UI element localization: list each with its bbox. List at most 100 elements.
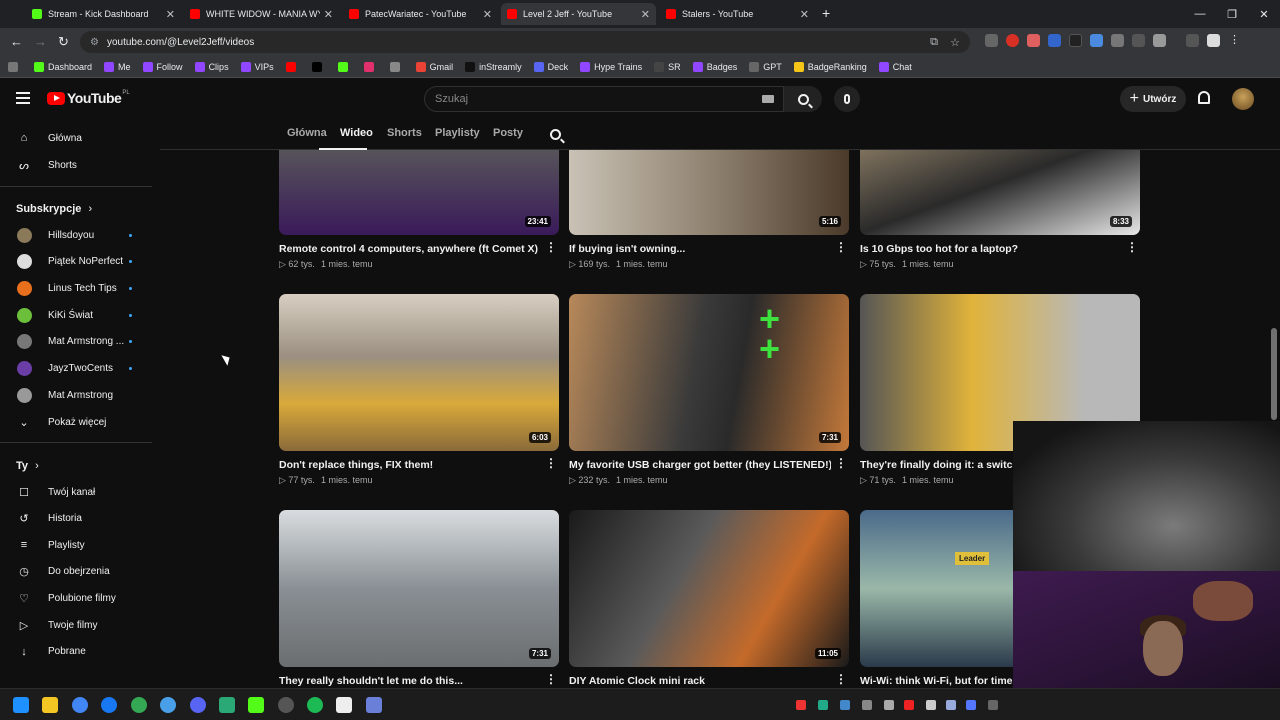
profile-icon[interactable]: [1207, 34, 1220, 47]
video-title[interactable]: My favorite USB charger got better (they…: [569, 459, 831, 471]
tray-icon[interactable]: [904, 700, 914, 710]
you-header[interactable]: Ty ›: [16, 460, 39, 472]
video-thumbnail[interactable]: 8:33: [860, 150, 1140, 235]
video-card[interactable]: + + 7:31 My favorite USB charger got bette…: [569, 294, 849, 485]
file-explorer-icon[interactable]: [42, 697, 58, 713]
sidebar-item-your-videos[interactable]: ▷ Twoje filmy: [0, 612, 156, 638]
browser-tab-active[interactable]: Level 2 Jeff - YouTube ✕: [501, 3, 656, 25]
app-icon[interactable]: [160, 697, 176, 713]
create-button[interactable]: + Utwórz: [1120, 86, 1186, 112]
app-icon[interactable]: [366, 697, 382, 713]
tab-posts[interactable]: Posty: [493, 127, 523, 139]
close-tab-icon[interactable]: ✕: [800, 8, 809, 21]
search-button[interactable]: [784, 86, 822, 112]
bookmark-item[interactable]: [337, 61, 352, 72]
extension-icon[interactable]: [1006, 34, 1019, 47]
close-tab-icon[interactable]: ✕: [483, 8, 492, 21]
subscription-item[interactable]: Hillsdoyou: [0, 222, 156, 248]
video-card[interactable]: TOTAL REMOTE CONTROL23:41 Remote control …: [279, 150, 559, 269]
extension-icon[interactable]: [985, 34, 998, 47]
voice-search-button[interactable]: [834, 86, 860, 112]
subscription-item[interactable]: Linus Tech Tips: [0, 275, 156, 301]
tab-videos[interactable]: Wideo: [340, 127, 373, 139]
notifications-bell-icon[interactable]: [1198, 91, 1210, 104]
bookmark-item[interactable]: Deck: [533, 61, 568, 72]
chrome-icon[interactable]: [72, 697, 88, 713]
bookmark-item[interactable]: Dashboard: [34, 61, 92, 72]
video-card[interactable]: 8:33 Is 10 Gbps too hot for a laptop? ⋮ ▷ 7…: [860, 150, 1140, 269]
subscription-item[interactable]: Mat Armstrong ...: [0, 329, 156, 355]
bookmark-item[interactable]: VIPs: [240, 61, 274, 72]
browser-tab[interactable]: Stalers - YouTube ✕: [660, 3, 815, 25]
facebook-icon[interactable]: [101, 697, 117, 713]
close-tab-icon[interactable]: ✕: [324, 8, 333, 21]
browser-tab[interactable]: PatecWariatec - YouTube ✕: [343, 3, 498, 25]
bookmark-item[interactable]: Me: [104, 61, 131, 72]
bookmark-item[interactable]: SR: [654, 61, 681, 72]
bookmark-star-icon[interactable]: ☆: [950, 36, 960, 49]
app-icon[interactable]: [336, 697, 352, 713]
video-title[interactable]: They really shouldn't let me do this...: [279, 675, 541, 687]
more-actions-icon[interactable]: ⋮: [1126, 240, 1138, 254]
scrollbar-thumb[interactable]: [1271, 328, 1277, 420]
bookmark-item[interactable]: inStreamly: [465, 61, 522, 72]
subscriptions-header[interactable]: Subskrypcje ›: [16, 203, 92, 215]
tab-home[interactable]: Główna: [287, 127, 327, 139]
new-tab-icon[interactable]: +: [822, 5, 830, 21]
extension-icon[interactable]: [1048, 34, 1061, 47]
extension-icon[interactable]: [1027, 34, 1040, 47]
bookmark-item[interactable]: Badges: [692, 61, 737, 72]
video-thumbnail[interactable]: It was DNS.5:16: [569, 150, 849, 235]
discord-icon[interactable]: [190, 697, 206, 713]
subscription-item[interactable]: Piątek NoPerfect: [0, 249, 156, 275]
sidebar-item-home[interactable]: ⌂ Główna: [0, 125, 156, 151]
bookmark-item[interactable]: [285, 61, 300, 72]
tray-icon[interactable]: [840, 700, 850, 710]
extension-icon[interactable]: [1132, 34, 1145, 47]
subscription-item[interactable]: Mat Armstrong: [0, 382, 156, 408]
video-thumbnail[interactable]: 7:31: [279, 510, 559, 667]
channel-search-icon[interactable]: [550, 129, 561, 140]
spotify-icon[interactable]: [307, 697, 323, 713]
video-thumbnail[interactable]: TOTAL REMOTE CONTROL23:41: [279, 150, 559, 235]
minimize-icon[interactable]: —: [1184, 8, 1216, 20]
app-icon[interactable]: [219, 697, 235, 713]
video-title[interactable]: Don't replace things, FIX them!: [279, 459, 541, 471]
video-title[interactable]: Remote control 4 computers, anywhere (ft…: [279, 243, 541, 255]
show-more-button[interactable]: ⌄ Pokaż więcej: [0, 409, 156, 435]
extension-icon[interactable]: [1069, 34, 1082, 47]
close-tab-icon[interactable]: ✕: [641, 8, 650, 21]
close-tab-icon[interactable]: ✕: [166, 8, 175, 21]
tab-shorts[interactable]: Shorts: [387, 127, 422, 139]
apps-grid-icon[interactable]: [8, 61, 22, 72]
bookmark-item[interactable]: Chat: [878, 61, 912, 72]
tab-playlists[interactable]: Playlisty: [435, 127, 480, 139]
sidebar-item-history[interactable]: ↺ Historia: [0, 506, 156, 532]
close-window-icon[interactable]: ✕: [1248, 8, 1280, 21]
browser-tab[interactable]: WHITE WIDOW - MANIA WYDA✕: [184, 3, 339, 25]
video-thumbnail[interactable]: 6:03: [279, 294, 559, 451]
video-card[interactable]: It was DNS.5:16 If buying isn't owning...…: [569, 150, 849, 269]
tray-icon[interactable]: [884, 700, 894, 710]
tray-icon[interactable]: [862, 700, 872, 710]
video-card[interactable]: 11:05 DIY Atomic Clock mini rack ⋮: [569, 510, 849, 687]
bookmark-item[interactable]: Clips: [194, 61, 229, 72]
menu-kebab-icon[interactable]: ⋮: [1228, 34, 1241, 47]
chrome-profile-icon[interactable]: [131, 697, 147, 713]
more-actions-icon[interactable]: ⋮: [545, 672, 557, 686]
maximize-icon[interactable]: ❐: [1216, 8, 1248, 21]
video-thumbnail[interactable]: 11:05: [569, 510, 849, 667]
extensions-puzzle-icon[interactable]: [1153, 34, 1166, 47]
site-info-icon[interactable]: ⚙: [90, 37, 99, 48]
video-card[interactable]: 7:31 They really shouldn't let me do this…: [279, 510, 559, 687]
tray-icon[interactable]: [926, 700, 936, 710]
windows-start-icon[interactable]: [13, 697, 29, 713]
extension-icon[interactable]: [1090, 34, 1103, 47]
extension-icon[interactable]: [1111, 34, 1124, 47]
forward-icon[interactable]: →: [34, 34, 47, 49]
install-app-icon[interactable]: ⧉: [930, 36, 938, 49]
search-input[interactable]: Szukaj: [424, 86, 784, 112]
reload-icon[interactable]: ↻: [58, 34, 69, 50]
tray-icon[interactable]: [796, 700, 806, 710]
sidebar-item-like[interactable]: ♡ Polubione filmy: [0, 585, 156, 611]
